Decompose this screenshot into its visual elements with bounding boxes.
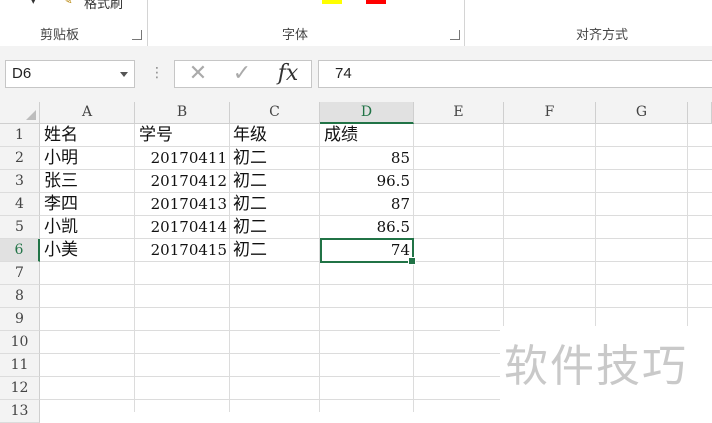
cell-b1[interactable]: 学号 [139,124,173,147]
insert-function-button[interactable]: fx [269,61,307,87]
cell-b4[interactable]: 20170413 [135,193,227,216]
column-header-h[interactable] [688,102,712,124]
cell-b6[interactable]: 20170415 [135,239,227,262]
cell-a2[interactable]: 小明 [44,147,78,170]
column-header-a[interactable]: A [40,102,135,124]
cell-a4[interactable]: 李四 [44,193,78,216]
column-header-e[interactable]: E [414,102,504,124]
gridline [229,124,230,412]
row-header-2[interactable]: 2 [0,147,40,170]
row-header-12[interactable]: 12 [0,377,40,400]
cell-a6[interactable]: 小美 [44,239,78,262]
chevron-down-icon[interactable] [120,72,128,77]
dropdown-arrow-icon[interactable]: ▾ [30,0,37,9]
cell-c6[interactable]: 初二 [233,239,267,262]
row-header-5[interactable]: 5 [0,216,40,239]
row-header-3[interactable]: 3 [0,170,40,193]
cell-d4[interactable]: 87 [320,193,410,216]
gridline [413,124,414,412]
select-all-icon [26,110,36,120]
row-header-10[interactable]: 10 [0,331,40,354]
gridline [40,284,712,285]
cell-a5[interactable]: 小凯 [44,216,78,239]
ribbon-separator [464,0,465,46]
formula-input[interactable]: 74 [318,60,712,88]
font-launcher-icon[interactable] [450,30,460,40]
row-header-8[interactable]: 8 [0,285,40,308]
cell-c4[interactable]: 初二 [233,193,267,216]
cell-c3[interactable]: 初二 [233,170,267,193]
row-header-4[interactable]: 4 [0,193,40,216]
name-box-value: D6 [12,65,32,82]
cell-d2[interactable]: 85 [320,147,410,170]
cell-c1[interactable]: 年级 [233,124,267,147]
font-color-swatch[interactable] [366,0,386,4]
column-header-g[interactable]: G [596,102,688,124]
cell-c5[interactable]: 初二 [233,216,267,239]
cell-d1[interactable]: 成绩 [324,124,358,147]
row-header-7[interactable]: 7 [0,262,40,285]
group-label-clipboard: 剪贴板 [40,28,80,43]
cell-d3[interactable]: 96.5 [320,170,410,193]
row-header-1[interactable]: 1 [0,124,40,147]
cell-b2[interactable]: 20170411 [135,147,227,170]
group-label-font: 字体 [282,28,309,43]
row-header-6[interactable]: 6 [0,239,40,262]
cell-a3[interactable]: 张三 [44,170,78,193]
formula-bar: D6 ⋮ ✕ ✓ fx 74 [0,46,712,102]
column-header-b[interactable]: B [135,102,230,124]
cell-b5[interactable]: 20170414 [135,216,227,239]
cell-d5[interactable]: 86.5 [320,216,410,239]
name-box[interactable]: D6 [5,60,135,88]
highlight-color-swatch[interactable] [322,0,342,4]
ribbon-separator [147,0,148,46]
gridline [40,307,712,308]
watermark: 软件技巧 [504,341,688,392]
formula-buttons: ✕ ✓ fx [174,60,312,88]
row-header-9[interactable]: 9 [0,308,40,331]
cell-c2[interactable]: 初二 [233,147,267,170]
cell-d6[interactable]: 74 [320,239,410,262]
cell-b3[interactable]: 20170412 [135,170,227,193]
cancel-icon[interactable]: ✕ [179,61,217,87]
column-header-c[interactable]: C [230,102,320,124]
cell-a1[interactable]: 姓名 [44,124,78,147]
enter-icon[interactable]: ✓ [223,61,261,87]
column-header-f[interactable]: F [504,102,596,124]
group-label-alignment: 对齐方式 [576,28,629,43]
brush-icon[interactable]: ✎ [62,0,73,9]
more-options-icon[interactable]: ⋮ [150,66,164,80]
column-header-d[interactable]: D [320,102,414,124]
select-all-button[interactable] [0,102,40,124]
format-painter-button[interactable]: 格式刷 [84,0,123,12]
row-header-11[interactable]: 11 [0,354,40,377]
ribbon: ▾ ✎ 格式刷 剪贴板 字体 对齐方式 [0,0,712,47]
clipboard-launcher-icon[interactable] [132,30,142,40]
